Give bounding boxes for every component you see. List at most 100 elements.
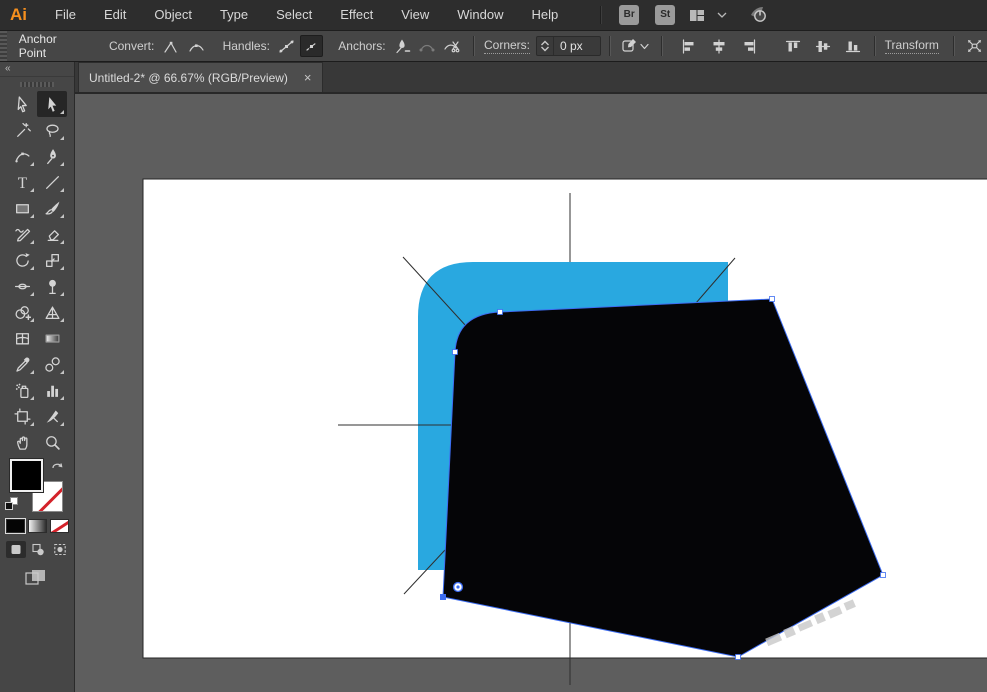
controlbar-divider [660,36,662,56]
anchor-point[interactable] [497,309,503,315]
type-tool[interactable]: T [7,169,37,195]
chevron-down-icon[interactable] [717,11,727,19]
document-area: Untitled-2* @ 66.67% (RGB/Preview) × [75,62,987,692]
align-top-button[interactable] [781,35,805,57]
tool-panel: « T [0,62,75,692]
puppet-warp-tool[interactable] [37,273,67,299]
tools-grid: T [0,91,74,455]
stock-button[interactable]: St [655,5,676,25]
align-center-horizontal-button[interactable] [707,35,731,57]
corners-field [536,36,601,56]
anchor-point[interactable] [769,296,775,302]
hand-tool[interactable] [7,429,37,455]
screen-mode-button[interactable] [24,567,50,594]
align-right-button[interactable] [737,35,761,57]
canvas-scene [142,178,987,685]
workspace-switcher-icon[interactable] [689,8,705,23]
control-bar: Anchor Point Convert: Handles: Anchors: … [0,30,987,62]
align-bottom-button[interactable] [841,35,865,57]
anchor-point[interactable] [452,349,458,355]
convert-label: Convert: [108,39,155,53]
handles-label: Handles: [222,39,270,53]
direct-selection-tool[interactable] [37,91,67,117]
document-tab-title: Untitled-2* @ 66.67% (RGB/Preview) [89,70,288,85]
rectangle-tool[interactable] [7,195,37,221]
convert-to-smooth-button[interactable] [184,35,207,57]
controlbar-grip[interactable] [0,31,7,61]
menu-select[interactable]: Select [262,0,326,30]
bridge-button[interactable]: Br [619,5,640,25]
width-tool[interactable] [7,273,37,299]
magic-wand-tool[interactable] [7,117,37,143]
scale-tool[interactable] [37,247,67,273]
mesh-tool[interactable] [7,325,37,351]
connect-endpoints-button[interactable] [416,35,439,57]
rotate-tool[interactable] [7,247,37,273]
tab-strip: Untitled-2* @ 66.67% (RGB/Preview) × [75,62,987,94]
menu-bar: Ai File Edit Object Type Select Effect V… [0,0,987,30]
menu-help[interactable]: Help [517,0,572,30]
draw-behind-button[interactable] [28,541,48,558]
selection-tool[interactable] [7,91,37,117]
menu-edit[interactable]: Edit [90,0,140,30]
corners-link[interactable]: Corners: [483,38,530,54]
menu-effect[interactable]: Effect [326,0,387,30]
shape-options-button[interactable] [619,35,652,57]
isolate-selected-object-button[interactable] [963,35,986,57]
shaper-tool[interactable] [7,221,37,247]
cut-path-button[interactable] [441,35,464,57]
perspective-grid-tool[interactable] [37,299,67,325]
live-corner-widget[interactable] [452,581,464,593]
menu-window[interactable]: Window [443,0,517,30]
slice-tool[interactable] [37,403,67,429]
remove-anchor-button[interactable] [391,35,414,57]
fill-stroke-widget [0,457,75,585]
artboard-tool[interactable] [7,403,37,429]
transform-link[interactable]: Transform [884,38,939,54]
corners-stepper[interactable] [537,37,554,55]
anchor-point[interactable] [880,572,886,578]
fill-swatch-black[interactable] [9,458,44,493]
column-graph-tool[interactable] [37,377,67,403]
lasso-tool[interactable] [37,117,67,143]
blend-tool[interactable] [37,351,67,377]
controlbar-divider [873,36,875,56]
gradient-button[interactable] [28,519,47,533]
menu-object[interactable]: Object [140,0,206,30]
illustrator-window: Ai File Edit Object Type Select Effect V… [0,0,987,692]
svg-text:T: T [17,174,27,190]
anchor-point-selected[interactable] [440,594,446,600]
zoom-tool[interactable] [37,429,67,455]
paintbrush-tool[interactable] [37,195,67,221]
none-button[interactable] [50,519,69,533]
draw-normal-button[interactable] [6,541,26,558]
eyedropper-tool[interactable] [7,351,37,377]
symbol-sprayer-tool[interactable] [7,377,37,403]
draw-inside-button[interactable] [50,541,70,558]
panel-grip[interactable] [20,82,54,87]
align-center-vertical-button[interactable] [811,35,835,57]
menu-view[interactable]: View [387,0,443,30]
anchor-point[interactable] [735,654,741,660]
convert-to-corner-button[interactable] [159,35,182,57]
shape-builder-tool[interactable] [7,299,37,325]
gpu-performance-icon[interactable] [747,5,769,25]
menu-file[interactable]: File [41,0,90,30]
hide-handles-button[interactable] [300,35,324,57]
align-left-button[interactable] [677,35,701,57]
close-tab-icon[interactable]: × [304,71,312,84]
canvas-viewport[interactable] [75,94,987,692]
menu-type[interactable]: Type [206,0,262,30]
line-segment-tool[interactable] [37,169,67,195]
swap-fill-stroke-icon[interactable] [50,459,65,478]
eraser-tool[interactable] [37,221,67,247]
color-button[interactable] [5,518,26,534]
controlbar-divider [473,36,474,56]
panel-collapse-button[interactable]: « [0,62,74,77]
corners-input[interactable] [554,39,600,53]
document-tab[interactable]: Untitled-2* @ 66.67% (RGB/Preview) × [78,62,323,92]
gradient-tool[interactable] [37,325,67,351]
curvature-tool[interactable] [7,143,37,169]
pen-tool[interactable] [37,143,67,169]
show-handles-button[interactable] [275,35,298,57]
